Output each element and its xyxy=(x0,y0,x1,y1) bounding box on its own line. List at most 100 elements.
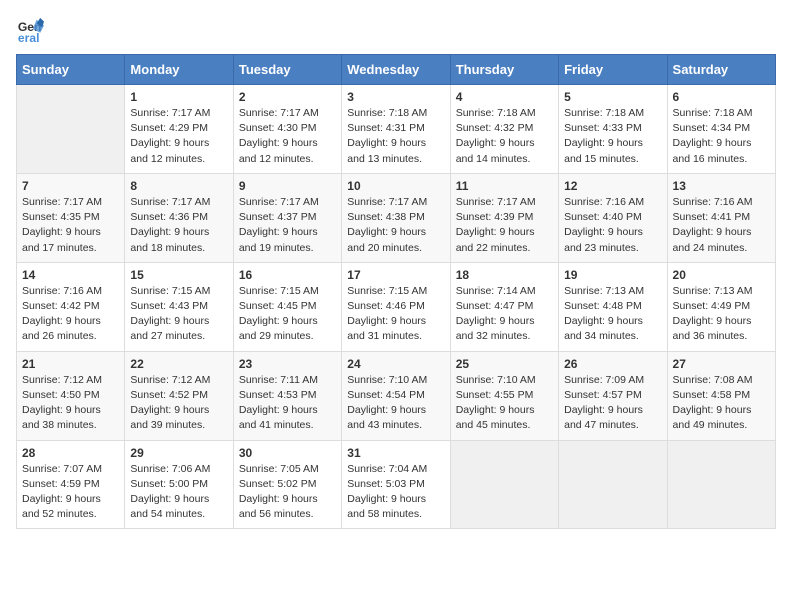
day-info: Sunrise: 7:10 AM Sunset: 4:55 PM Dayligh… xyxy=(456,373,553,434)
calendar-day-cell: 10 Sunrise: 7:17 AM Sunset: 4:38 PM Dayli… xyxy=(342,173,450,262)
day-number: 23 xyxy=(239,357,336,371)
day-number: 27 xyxy=(673,357,770,371)
day-number: 17 xyxy=(347,268,444,282)
calendar-day-cell: 14 Sunrise: 7:16 AM Sunset: 4:42 PM Dayli… xyxy=(17,262,125,351)
day-number: 9 xyxy=(239,179,336,193)
day-info: Sunrise: 7:13 AM Sunset: 4:48 PM Dayligh… xyxy=(564,284,661,345)
day-info: Sunrise: 7:15 AM Sunset: 4:43 PM Dayligh… xyxy=(130,284,227,345)
day-of-week-header: Saturday xyxy=(667,55,775,85)
calendar-day-cell: 5 Sunrise: 7:18 AM Sunset: 4:33 PM Daylig… xyxy=(559,85,667,174)
calendar-day-cell: 26Sunrise: 7:09 AM Sunset: 4:57 PM Dayli… xyxy=(559,351,667,440)
calendar-header: SundayMondayTuesdayWednesdayThursdayFrid… xyxy=(17,55,776,85)
day-info: Sunrise: 7:15 AM Sunset: 4:46 PM Dayligh… xyxy=(347,284,444,345)
day-number: 22 xyxy=(130,357,227,371)
day-info: Sunrise: 7:17 AM Sunset: 4:29 PM Dayligh… xyxy=(130,106,227,167)
day-number: 14 xyxy=(22,268,119,282)
day-info: Sunrise: 7:17 AM Sunset: 4:38 PM Dayligh… xyxy=(347,195,444,256)
day-info: Sunrise: 7:14 AM Sunset: 4:47 PM Dayligh… xyxy=(456,284,553,345)
day-number: 25 xyxy=(456,357,553,371)
day-of-week-header: Wednesday xyxy=(342,55,450,85)
svg-text:eral: eral xyxy=(18,31,40,44)
calendar-day-cell: 23 Sunrise: 7:11 AM Sunset: 4:53 PM Dayli… xyxy=(233,351,341,440)
calendar-day-cell: 22 Sunrise: 7:12 AM Sunset: 4:52 PM Dayli… xyxy=(125,351,233,440)
day-number: 2 xyxy=(239,90,336,104)
calendar-day-cell: 30 Sunrise: 7:05 AM Sunset: 5:02 PM Dayli… xyxy=(233,440,341,529)
calendar-day-cell: 18 Sunrise: 7:14 AM Sunset: 4:47 PM Dayli… xyxy=(450,262,558,351)
day-info: Sunrise: 7:06 AM Sunset: 5:00 PM Dayligh… xyxy=(130,462,227,523)
day-info: Sunrise: 7:17 AM Sunset: 4:39 PM Dayligh… xyxy=(456,195,553,256)
calendar-day-cell: 16Sunrise: 7:15 AM Sunset: 4:45 PM Dayli… xyxy=(233,262,341,351)
calendar-day-cell: 21Sunrise: 7:12 AM Sunset: 4:50 PM Dayli… xyxy=(17,351,125,440)
logo: Gen eral xyxy=(16,16,48,44)
day-header-row: SundayMondayTuesdayWednesdayThursdayFrid… xyxy=(17,55,776,85)
day-number: 24 xyxy=(347,357,444,371)
calendar-table: SundayMondayTuesdayWednesdayThursdayFrid… xyxy=(16,54,776,529)
calendar-body: 1 Sunrise: 7:17 AM Sunset: 4:29 PM Daylig… xyxy=(17,85,776,529)
calendar-day-cell: 6 Sunrise: 7:18 AM Sunset: 4:34 PM Daylig… xyxy=(667,85,775,174)
day-number: 7 xyxy=(22,179,119,193)
day-info: Sunrise: 7:15 AM Sunset: 4:45 PM Dayligh… xyxy=(239,284,336,345)
day-info: Sunrise: 7:16 AM Sunset: 4:42 PM Dayligh… xyxy=(22,284,119,345)
calendar-day-cell: 31 Sunrise: 7:04 AM Sunset: 5:03 PM Dayli… xyxy=(342,440,450,529)
day-number: 29 xyxy=(130,446,227,460)
day-number: 19 xyxy=(564,268,661,282)
calendar-day-cell: 25 Sunrise: 7:10 AM Sunset: 4:55 PM Dayli… xyxy=(450,351,558,440)
day-number: 13 xyxy=(673,179,770,193)
calendar-day-cell: 2 Sunrise: 7:17 AM Sunset: 4:30 PM Daylig… xyxy=(233,85,341,174)
day-number: 30 xyxy=(239,446,336,460)
day-number: 11 xyxy=(456,179,553,193)
day-number: 15 xyxy=(130,268,227,282)
calendar-day-cell: 29 Sunrise: 7:06 AM Sunset: 5:00 PM Dayli… xyxy=(125,440,233,529)
logo-icon: Gen eral xyxy=(16,16,44,44)
calendar-day-cell: 19 Sunrise: 7:13 AM Sunset: 4:48 PM Dayli… xyxy=(559,262,667,351)
day-info: Sunrise: 7:18 AM Sunset: 4:34 PM Dayligh… xyxy=(673,106,770,167)
day-info: Sunrise: 7:17 AM Sunset: 4:35 PM Dayligh… xyxy=(22,195,119,256)
day-info: Sunrise: 7:16 AM Sunset: 4:40 PM Dayligh… xyxy=(564,195,661,256)
calendar-day-cell: 3Sunrise: 7:18 AM Sunset: 4:31 PM Daylig… xyxy=(342,85,450,174)
day-number: 1 xyxy=(130,90,227,104)
day-number: 26 xyxy=(564,357,661,371)
calendar-week-row: 21Sunrise: 7:12 AM Sunset: 4:50 PM Dayli… xyxy=(17,351,776,440)
calendar-day-cell: 1 Sunrise: 7:17 AM Sunset: 4:29 PM Daylig… xyxy=(125,85,233,174)
calendar-day-cell: 24Sunrise: 7:10 AM Sunset: 4:54 PM Dayli… xyxy=(342,351,450,440)
day-info: Sunrise: 7:16 AM Sunset: 4:41 PM Dayligh… xyxy=(673,195,770,256)
calendar-day-cell: 12 Sunrise: 7:16 AM Sunset: 4:40 PM Dayli… xyxy=(559,173,667,262)
calendar-day-cell: 15 Sunrise: 7:15 AM Sunset: 4:43 PM Dayli… xyxy=(125,262,233,351)
calendar-day-cell: 9Sunrise: 7:17 AM Sunset: 4:37 PM Daylig… xyxy=(233,173,341,262)
day-info: Sunrise: 7:12 AM Sunset: 4:52 PM Dayligh… xyxy=(130,373,227,434)
day-number: 12 xyxy=(564,179,661,193)
day-of-week-header: Tuesday xyxy=(233,55,341,85)
header: Gen eral xyxy=(16,16,776,44)
day-number: 28 xyxy=(22,446,119,460)
day-number: 6 xyxy=(673,90,770,104)
day-number: 4 xyxy=(456,90,553,104)
day-info: Sunrise: 7:05 AM Sunset: 5:02 PM Dayligh… xyxy=(239,462,336,523)
calendar-day-cell: 27 Sunrise: 7:08 AM Sunset: 4:58 PM Dayli… xyxy=(667,351,775,440)
day-info: Sunrise: 7:08 AM Sunset: 4:58 PM Dayligh… xyxy=(673,373,770,434)
day-info: Sunrise: 7:07 AM Sunset: 4:59 PM Dayligh… xyxy=(22,462,119,523)
day-of-week-header: Friday xyxy=(559,55,667,85)
calendar-day-cell xyxy=(667,440,775,529)
calendar-week-row: 14 Sunrise: 7:16 AM Sunset: 4:42 PM Dayli… xyxy=(17,262,776,351)
day-info: Sunrise: 7:17 AM Sunset: 4:36 PM Dayligh… xyxy=(130,195,227,256)
calendar-day-cell xyxy=(450,440,558,529)
day-number: 20 xyxy=(673,268,770,282)
day-number: 5 xyxy=(564,90,661,104)
day-of-week-header: Thursday xyxy=(450,55,558,85)
day-number: 3 xyxy=(347,90,444,104)
calendar-day-cell xyxy=(17,85,125,174)
day-of-week-header: Monday xyxy=(125,55,233,85)
calendar-day-cell: 28 Sunrise: 7:07 AM Sunset: 4:59 PM Dayli… xyxy=(17,440,125,529)
day-number: 31 xyxy=(347,446,444,460)
day-info: Sunrise: 7:04 AM Sunset: 5:03 PM Dayligh… xyxy=(347,462,444,523)
day-info: Sunrise: 7:13 AM Sunset: 4:49 PM Dayligh… xyxy=(673,284,770,345)
calendar-day-cell: 20 Sunrise: 7:13 AM Sunset: 4:49 PM Dayli… xyxy=(667,262,775,351)
day-number: 10 xyxy=(347,179,444,193)
day-info: Sunrise: 7:18 AM Sunset: 4:33 PM Dayligh… xyxy=(564,106,661,167)
calendar-day-cell xyxy=(559,440,667,529)
calendar-day-cell: 8Sunrise: 7:17 AM Sunset: 4:36 PM Daylig… xyxy=(125,173,233,262)
calendar-day-cell: 11 Sunrise: 7:17 AM Sunset: 4:39 PM Dayli… xyxy=(450,173,558,262)
day-info: Sunrise: 7:17 AM Sunset: 4:30 PM Dayligh… xyxy=(239,106,336,167)
day-number: 18 xyxy=(456,268,553,282)
day-info: Sunrise: 7:11 AM Sunset: 4:53 PM Dayligh… xyxy=(239,373,336,434)
